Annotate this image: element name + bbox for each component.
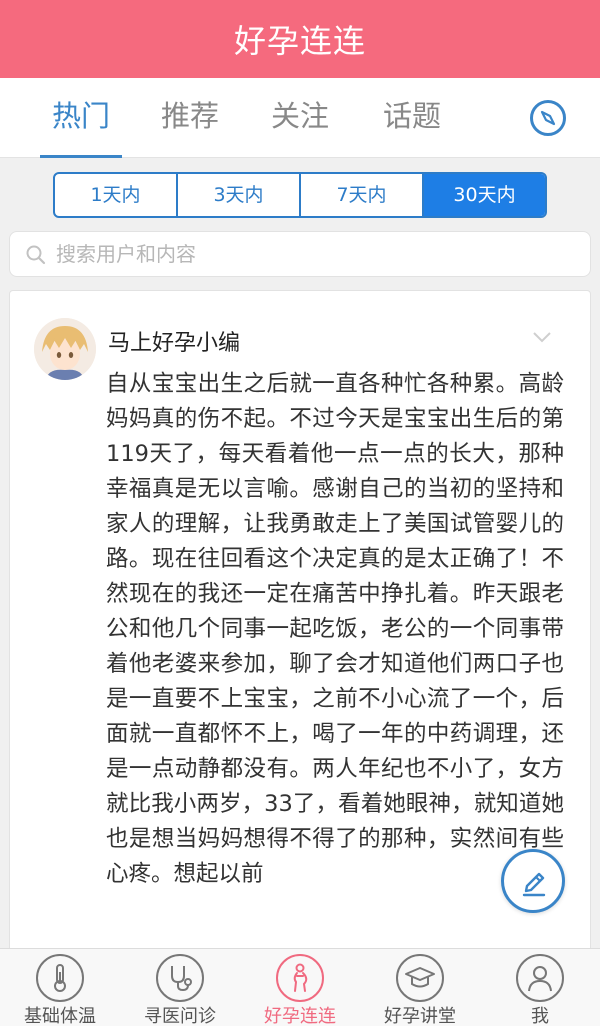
graduation-cap-icon bbox=[396, 954, 444, 1002]
nav-lectures[interactable]: 好孕讲堂 bbox=[360, 949, 480, 1026]
thermometer-icon bbox=[36, 954, 84, 1002]
filter-3-days[interactable]: 3天内 bbox=[178, 174, 301, 216]
nav-label: 基础体温 bbox=[24, 1006, 96, 1026]
avatar[interactable] bbox=[34, 318, 96, 380]
nav-label: 好孕连连 bbox=[264, 1006, 336, 1026]
search-input[interactable]: 搜索用户和内容 bbox=[9, 231, 591, 277]
compose-button[interactable] bbox=[501, 849, 565, 913]
filter-7-days[interactable]: 7天内 bbox=[301, 174, 424, 216]
nav-consultation[interactable]: 寻医问诊 bbox=[120, 949, 240, 1026]
search-placeholder: 搜索用户和内容 bbox=[56, 242, 196, 266]
nav-label: 寻医问诊 bbox=[144, 1006, 216, 1026]
nav-me[interactable]: 我 bbox=[480, 949, 600, 1026]
filter-30-days[interactable]: 30天内 bbox=[424, 174, 545, 216]
tab-following[interactable]: 关注 bbox=[255, 78, 345, 158]
time-filter: 1天内 3天内 7天内 30天内 bbox=[53, 172, 547, 218]
pregnancy-icon bbox=[276, 954, 324, 1002]
filter-1-day[interactable]: 1天内 bbox=[55, 174, 178, 216]
post-author[interactable]: 马上好孕小编 bbox=[108, 325, 240, 357]
app-title: 好孕连连 bbox=[233, 22, 366, 60]
app-title-bar: 好孕连连 bbox=[0, 0, 600, 78]
nav-basal-temperature[interactable]: 基础体温 bbox=[0, 949, 120, 1026]
category-tabs: 热门 推荐 关注 话题 bbox=[0, 78, 600, 158]
user-icon bbox=[516, 954, 564, 1002]
bottom-navigation: 基础体温 寻医问诊 好孕连连 好孕讲堂 我 bbox=[0, 948, 600, 1026]
nav-community[interactable]: 好孕连连 bbox=[240, 949, 360, 1026]
stethoscope-icon bbox=[156, 954, 204, 1002]
search-icon bbox=[25, 244, 47, 270]
tab-recommended[interactable]: 推荐 bbox=[145, 78, 235, 158]
post-content: 自从宝宝出生之后就一直各种忙各种累。高龄妈妈真的伤不起。不过今天是宝宝出生后的第… bbox=[106, 371, 564, 887]
nav-label: 我 bbox=[531, 1006, 549, 1026]
nav-label: 好孕讲堂 bbox=[384, 1006, 456, 1026]
tab-topics[interactable]: 话题 bbox=[367, 78, 457, 158]
compass-icon[interactable] bbox=[530, 100, 566, 136]
chevron-down-icon[interactable] bbox=[532, 329, 552, 348]
tab-hot[interactable]: 热门 bbox=[36, 78, 126, 158]
